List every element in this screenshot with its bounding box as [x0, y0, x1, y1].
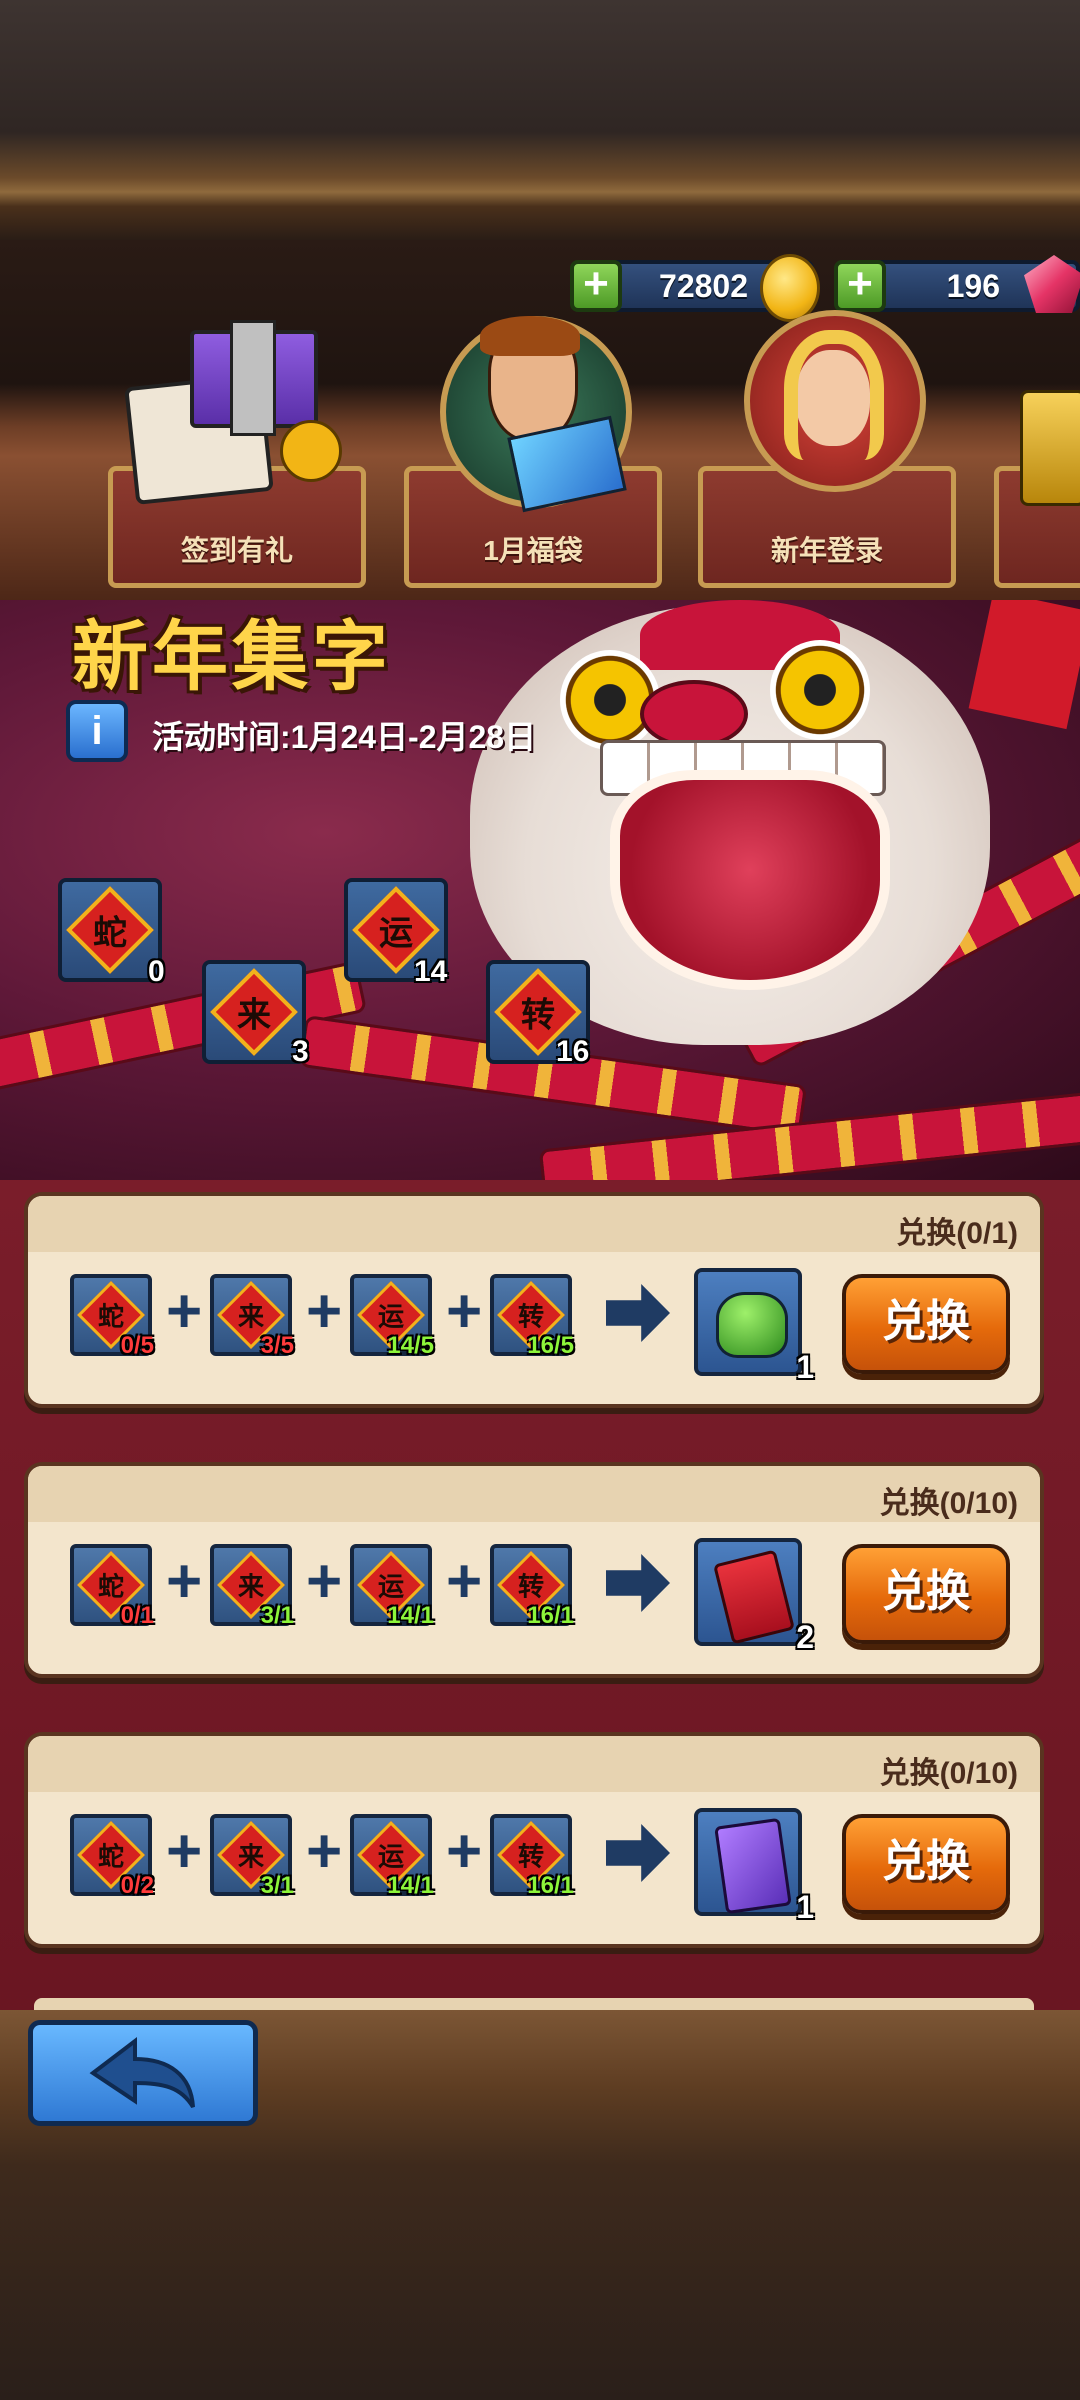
redeem-button[interactable]: 兑换 — [842, 1544, 1010, 1644]
add-gems-button[interactable]: + — [834, 260, 886, 312]
exchange-limit: 兑换(0/10) — [879, 1487, 1018, 1520]
hero-portrait-icon — [440, 296, 632, 513]
arrow-right-icon — [606, 1824, 670, 1882]
char-label: 运 — [379, 914, 413, 953]
info-button[interactable]: i — [66, 700, 128, 762]
lion-girl-portrait-icon — [744, 310, 926, 492]
plus-sign: + — [166, 1277, 203, 1346]
char-label: 转 — [521, 996, 555, 1035]
char-progress: 16/5 — [527, 1332, 574, 1359]
reward-item[interactable]: 2 — [694, 1538, 814, 1655]
char-progress: 3/1 — [260, 1872, 294, 1899]
collected-char-tile: 来 — [202, 960, 306, 1064]
plus-sign: + — [306, 1817, 343, 1886]
char-progress: 16/1 — [527, 1602, 574, 1629]
reward-count: 2 — [796, 1619, 814, 1655]
char-label: 来 — [237, 1841, 264, 1872]
plus-sign: + — [166, 1547, 203, 1616]
char-label: 蛇 — [97, 1571, 124, 1602]
reward-item[interactable]: 1 — [694, 1268, 814, 1385]
required-char-tile: 蛇 0/1 — [70, 1544, 154, 1629]
redeem-button[interactable]: 兑换 — [842, 1274, 1010, 1374]
event-title: 新年集字 — [72, 615, 392, 700]
plus-sign: + — [446, 1277, 483, 1346]
red-envelope-icon — [713, 1549, 795, 1645]
lion-nose — [640, 680, 748, 748]
card-pack-icon — [714, 1817, 792, 1915]
char-label: 来 — [237, 1571, 264, 1602]
lion-mouth — [610, 770, 890, 990]
required-char-tile: 蛇 0/2 — [70, 1814, 154, 1899]
top-wood-frame — [0, 0, 1080, 240]
collected-count: 16 — [556, 1035, 590, 1068]
char-progress: 0/1 — [120, 1602, 154, 1629]
char-label: 转 — [517, 1301, 544, 1332]
char-label: 运 — [377, 1301, 404, 1332]
char-progress: 14/1 — [387, 1602, 434, 1629]
tab-label: 签到有礼 — [180, 535, 293, 566]
required-char-tile: 转 16/1 — [490, 1814, 574, 1899]
exchange-limit: 兑换(0/1) — [896, 1217, 1018, 1250]
required-char-tile: 转 16/1 — [490, 1544, 574, 1629]
plus-sign: + — [446, 1817, 483, 1886]
char-progress: 3/1 — [260, 1602, 294, 1629]
plus-sign: + — [166, 1817, 203, 1886]
char-progress: 16/1 — [527, 1872, 574, 1899]
tab-label: 1月福袋 — [483, 535, 583, 566]
char-label: 蛇 — [97, 1301, 124, 1332]
gift-calendar-icon — [124, 320, 350, 505]
char-label: 运 — [377, 1841, 404, 1872]
required-char-tile: 来 3/1 — [210, 1814, 294, 1899]
next-panel-edge — [34, 1998, 1034, 2010]
char-label: 蛇 — [97, 1841, 124, 1872]
char-label: 来 — [237, 996, 271, 1035]
char-progress: 0/5 — [120, 1332, 154, 1359]
char-progress: 14/5 — [387, 1332, 434, 1359]
arrow-right-icon — [606, 1554, 670, 1612]
collected-count: 3 — [292, 1035, 309, 1068]
collected-count: 14 — [414, 955, 448, 988]
reward-count: 1 — [796, 1889, 814, 1925]
back-button[interactable] — [28, 2020, 258, 2126]
collected-char-tile: 蛇 — [58, 878, 162, 982]
exchange-panel: 兑换(0/10) 蛇 0/2 + 来 3/1 + 运 14/1 + 转 16/1 1 兑… — [24, 1732, 1044, 1948]
required-char-tile: 来 3/1 — [210, 1544, 294, 1629]
plus-sign: + — [306, 1277, 343, 1346]
collected-count: 0 — [148, 955, 165, 988]
required-char-tile: 运 14/1 — [350, 1544, 434, 1629]
reward-count: 1 — [796, 1349, 814, 1385]
plus-sign: + — [306, 1547, 343, 1616]
char-label: 来 — [237, 1301, 264, 1332]
plus-sign: + — [446, 1547, 483, 1616]
reward-item[interactable]: 1 — [694, 1808, 814, 1925]
char-progress: 3/5 — [260, 1332, 294, 1359]
back-arrow-icon — [89, 2036, 195, 2109]
required-char-tile: 运 14/1 — [350, 1814, 434, 1899]
green-mask-icon — [716, 1292, 788, 1358]
red-envelope-decoration — [968, 600, 1080, 730]
required-char-tile: 来 3/5 — [210, 1274, 294, 1359]
tab-label: 新年登录 — [770, 535, 883, 566]
char-progress: 14/1 — [387, 1872, 434, 1899]
required-char-tile: 运 14/5 — [350, 1274, 434, 1359]
event-time: 活动时间:1月24日-2月28日 — [152, 719, 537, 755]
arrow-right-icon — [606, 1284, 670, 1342]
treasure-icon — [1020, 390, 1080, 506]
char-label: 转 — [517, 1841, 544, 1872]
redeem-button[interactable]: 兑换 — [842, 1814, 1010, 1914]
char-label: 转 — [517, 1571, 544, 1602]
char-progress: 0/2 — [120, 1872, 154, 1899]
exchange-panel: 兑换(0/10) 蛇 0/1 + 来 3/1 + 运 14/1 + 转 16/1 2 兑… — [24, 1462, 1044, 1678]
char-label: 蛇 — [93, 914, 127, 953]
lion-eye-right — [770, 640, 870, 740]
char-label: 运 — [377, 1571, 404, 1602]
exchange-limit: 兑换(0/10) — [879, 1757, 1018, 1790]
required-char-tile: 转 16/5 — [490, 1274, 574, 1359]
required-char-tile: 蛇 0/5 — [70, 1274, 154, 1359]
exchange-panel: 兑换(0/1) 蛇 0/5 + 来 3/5 + 运 14/5 + 转 16/5 1 兑换 — [24, 1192, 1044, 1408]
